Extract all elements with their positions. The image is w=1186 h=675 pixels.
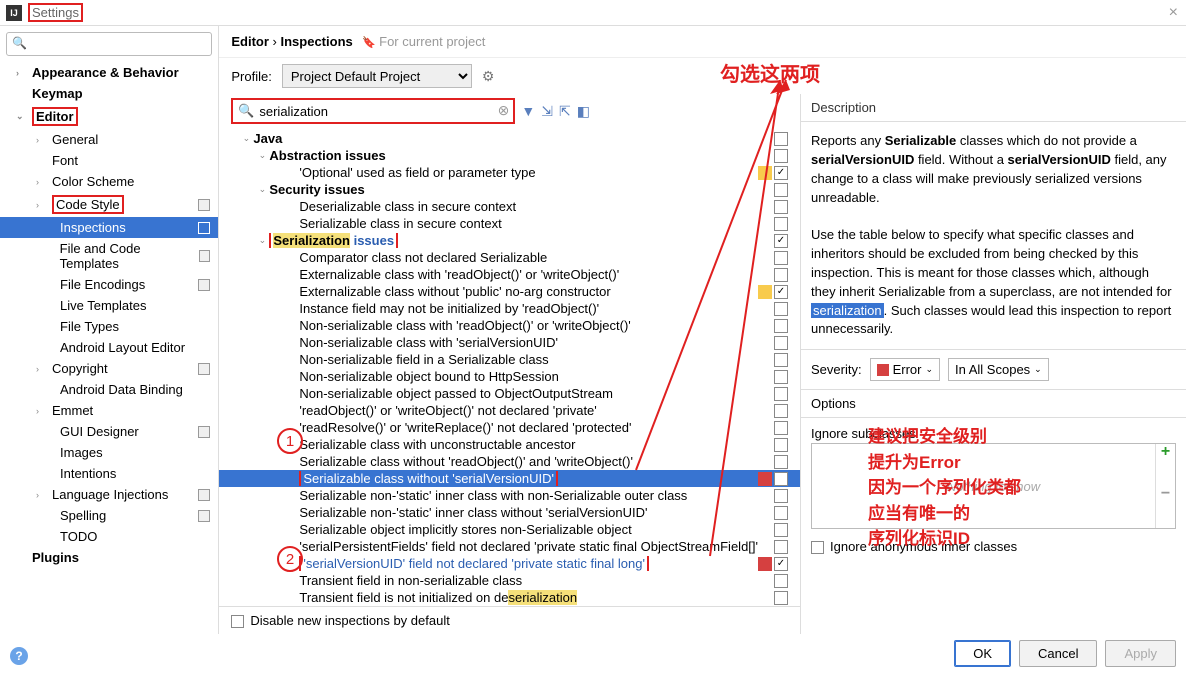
inspection-row[interactable]: Instance field may not be initialized by… <box>219 300 800 317</box>
tree-item[interactable]: File and Code Templates <box>0 238 218 274</box>
inspection-row[interactable]: 'readResolve()' or 'writeReplace()' not … <box>219 419 800 436</box>
close-icon[interactable]: × <box>1169 4 1178 22</box>
ignore-subclasses-label: Ignore subclasses <box>811 426 1176 441</box>
tree-item[interactable]: Images <box>0 442 218 463</box>
reset-icon[interactable]: ◧ <box>577 103 590 120</box>
gear-icon[interactable]: ⚙ <box>482 68 495 85</box>
tree-item[interactable]: Inspections <box>0 217 218 238</box>
description-body: Reports any Serializable classes which d… <box>801 122 1186 350</box>
inspection-row[interactable]: Non-serializable object passed to Object… <box>219 385 800 402</box>
settings-search-input[interactable] <box>6 32 212 56</box>
inspection-row[interactable]: ⌄Serialization issues <box>219 232 800 249</box>
description-header: Description <box>801 94 1186 122</box>
apply-button[interactable]: Apply <box>1105 640 1176 667</box>
inspection-row[interactable]: 'Optional' used as field or parameter ty… <box>219 164 800 181</box>
filter-icon[interactable]: ▼ <box>521 103 535 119</box>
inspection-row[interactable]: Externalizable class with 'readObject()'… <box>219 266 800 283</box>
inspection-row[interactable]: ⌄Java <box>219 130 800 147</box>
inspection-tree[interactable]: ⌄Java⌄Abstraction issues'Optional' used … <box>219 128 800 606</box>
tree-item[interactable]: Keymap <box>0 83 218 104</box>
app-icon: IJ <box>6 5 22 21</box>
inspection-row[interactable]: Transient field is not initialized on de… <box>219 589 800 606</box>
inspection-row[interactable]: Serializable class without 'readObject()… <box>219 453 800 470</box>
inspection-row[interactable]: Serializable class without 'serialVersio… <box>219 470 800 487</box>
severity-label: Severity: <box>811 362 862 377</box>
inspection-row[interactable]: Serializable class in secure context <box>219 215 800 232</box>
clear-icon[interactable]: ⊗ <box>498 102 510 119</box>
inspection-row[interactable]: Serializable non-'static' inner class wi… <box>219 504 800 521</box>
inspection-row[interactable]: 'readObject()' or 'writeObject()' not de… <box>219 402 800 419</box>
tree-item[interactable]: ›General <box>0 129 218 150</box>
collapse-icon[interactable]: ⇱ <box>559 103 571 120</box>
tree-item[interactable]: Android Layout Editor <box>0 337 218 358</box>
tree-item[interactable]: TODO <box>0 526 218 547</box>
inspection-row[interactable]: Non-serializable class with 'serialVersi… <box>219 334 800 351</box>
tree-item[interactable]: ›Language Injections <box>0 484 218 505</box>
tree-item[interactable]: Android Data Binding <box>0 379 218 400</box>
scope-select[interactable]: In All Scopes ⌄ <box>948 358 1049 381</box>
inspection-row[interactable]: 'serialVersionUID' field not declared 'p… <box>219 555 800 572</box>
inspection-row[interactable]: Serializable object implicitly stores no… <box>219 521 800 538</box>
tree-item[interactable]: ›Color Scheme <box>0 171 218 192</box>
expand-icon[interactable]: ⇲ <box>541 103 553 120</box>
disable-new-row[interactable]: Disable new inspections by default <box>219 606 800 634</box>
inspection-row[interactable]: Transient field in non-serializable clas… <box>219 572 800 589</box>
inspection-row[interactable]: Non-serializable class with 'readObject(… <box>219 317 800 334</box>
tree-item[interactable]: Spelling <box>0 505 218 526</box>
breadcrumb: Editor › Inspections 🔖 For current proje… <box>219 26 1186 58</box>
inspection-row[interactable]: Comparator class not declared Serializab… <box>219 249 800 266</box>
search-icon: 🔍 <box>12 36 27 50</box>
inspection-row[interactable]: ⌄Security issues <box>219 181 800 198</box>
profile-label: Profile: <box>231 69 271 84</box>
options-header: Options <box>801 390 1186 418</box>
cancel-button[interactable]: Cancel <box>1019 640 1097 667</box>
tree-item[interactable]: Font <box>0 150 218 171</box>
tree-item[interactable]: ›Emmet <box>0 400 218 421</box>
add-icon[interactable]: + <box>1156 444 1175 486</box>
inspection-row[interactable]: Non-serializable object bound to HttpSes… <box>219 368 800 385</box>
tree-item[interactable]: ›Appearance & Behavior <box>0 62 218 83</box>
tree-item[interactable]: Live Templates <box>0 295 218 316</box>
tree-item[interactable]: GUI Designer <box>0 421 218 442</box>
settings-tree[interactable]: ›Appearance & BehaviorKeymap⌄Editor›Gene… <box>0 62 218 634</box>
inspection-row[interactable]: Non-serializable field in a Serializable… <box>219 351 800 368</box>
tree-item[interactable]: ›Code Style <box>0 192 218 217</box>
inspection-row[interactable]: ⌄Abstraction issues <box>219 147 800 164</box>
window-title: Settings <box>28 3 83 22</box>
tree-item[interactable]: ⌄Editor <box>0 104 218 129</box>
inspection-search-input[interactable] <box>231 98 515 124</box>
tree-item[interactable]: File Types <box>0 316 218 337</box>
remove-icon[interactable]: − <box>1156 486 1175 528</box>
inspection-row[interactable]: Externalizable class without 'public' no… <box>219 283 800 300</box>
help-icon[interactable]: ? <box>10 647 28 665</box>
tree-item[interactable]: File Encodings <box>0 274 218 295</box>
ignore-anon-row[interactable]: Ignore anonymous inner classes <box>811 539 1176 554</box>
inspection-row[interactable]: Serializable non-'static' inner class wi… <box>219 487 800 504</box>
tree-item[interactable]: ›Copyright <box>0 358 218 379</box>
tree-item[interactable]: Intentions <box>0 463 218 484</box>
search-icon: 🔍 <box>238 103 254 119</box>
inspection-row[interactable]: 'serialPersistentFields' field not decla… <box>219 538 800 555</box>
tree-item[interactable]: Plugins <box>0 547 218 568</box>
ignore-list[interactable]: Nothing to show +− <box>811 443 1176 529</box>
inspection-row[interactable]: Deserializable class in secure context <box>219 198 800 215</box>
ok-button[interactable]: OK <box>954 640 1011 667</box>
severity-select[interactable]: Error ⌄ <box>870 358 940 381</box>
profile-select[interactable]: Project Default Project <box>282 64 472 88</box>
inspection-row[interactable]: Serializable class with unconstructable … <box>219 436 800 453</box>
